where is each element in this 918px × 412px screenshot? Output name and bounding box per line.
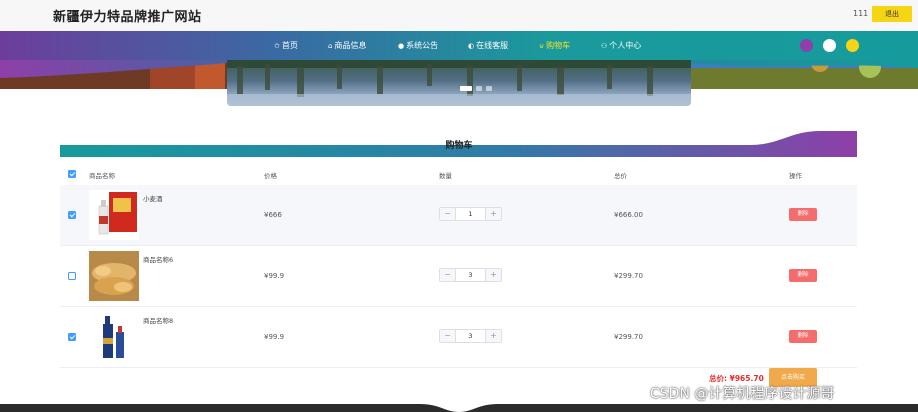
nav-announcements[interactable]: ● 系统公告 — [398, 40, 438, 51]
increase-button[interactable]: + — [485, 208, 501, 220]
logout-button[interactable]: 退出 — [872, 6, 912, 22]
theme-dot-white[interactable] — [823, 39, 836, 52]
quantity-stepper[interactable]: − 1 + — [439, 207, 502, 221]
circle-icon: ● — [398, 42, 405, 50]
delete-button[interactable]: 删除 — [789, 269, 817, 282]
quantity-value[interactable]: 3 — [456, 332, 485, 340]
headset-icon: ◐ — [468, 42, 475, 50]
quantity-stepper[interactable]: − 3 + — [439, 329, 502, 343]
site-title: 新疆伊力特品牌推广网站 — [53, 10, 202, 25]
quantity-stepper[interactable]: − 3 + — [439, 268, 502, 282]
product-price: ¥99.9 — [264, 333, 285, 341]
cart-icon: ⊍ — [539, 42, 545, 50]
row-checkbox[interactable] — [68, 211, 76, 219]
main-nav — [0, 31, 918, 60]
col-header-qty: 数量 — [439, 172, 452, 180]
product-image[interactable] — [89, 190, 139, 240]
product-image[interactable] — [89, 251, 139, 301]
quantity-value[interactable]: 1 — [456, 210, 485, 218]
nav-support[interactable]: ◐ 在线客服 — [468, 40, 508, 51]
row-total: ¥299.70 — [614, 333, 643, 341]
user-icon: ⚇ — [601, 42, 608, 50]
row-checkbox[interactable] — [68, 272, 76, 280]
decrease-button[interactable]: − — [440, 269, 456, 281]
delete-button[interactable]: 删除 — [789, 208, 817, 221]
theme-dot-purple[interactable] — [800, 39, 813, 52]
nav-profile[interactable]: ⚇ 个人中心 — [601, 40, 641, 51]
row-total: ¥666.00 — [614, 211, 643, 219]
total-value: ¥965.70 — [729, 374, 764, 383]
decrease-button[interactable]: − — [440, 330, 456, 342]
select-all-checkbox[interactable] — [68, 170, 76, 178]
col-header-total: 总价 — [614, 172, 627, 180]
username-label: 111 — [853, 9, 869, 18]
increase-button[interactable]: + — [485, 269, 501, 281]
carousel-indicator-2[interactable] — [476, 86, 482, 91]
product-price: ¥99.9 — [264, 272, 285, 280]
product-name: 商品名称8 — [143, 317, 174, 325]
decrease-button[interactable]: − — [440, 208, 456, 220]
col-header-name: 商品名称 — [89, 172, 115, 180]
product-price: ¥666 — [264, 211, 282, 219]
row-total: ¥299.70 — [614, 272, 643, 280]
col-header-price: 价格 — [264, 172, 277, 180]
nav-home[interactable]: ✩ 首页 — [274, 40, 298, 51]
carousel-indicator-3[interactable] — [486, 86, 492, 91]
product-name: 小麦酒 — [143, 195, 163, 203]
nav-products[interactable]: ⌂ 商品信息 — [328, 40, 366, 51]
increase-button[interactable]: + — [485, 330, 501, 342]
home-icon: ⌂ — [328, 42, 333, 50]
carousel-indicator-1[interactable] — [460, 86, 472, 91]
carousel-banner[interactable] — [227, 60, 691, 106]
delete-button[interactable]: 删除 — [789, 330, 817, 343]
row-checkbox[interactable] — [68, 333, 76, 341]
nav-cart[interactable]: ⊍ 购物车 — [539, 40, 570, 51]
quantity-value[interactable]: 3 — [456, 271, 485, 279]
product-name: 商品名称6 — [143, 256, 174, 264]
watermark: CSDN @计算机程序设计源哥 — [650, 386, 835, 402]
star-icon: ✩ — [274, 42, 280, 50]
product-image[interactable] — [89, 312, 139, 362]
theme-dot-yellow[interactable] — [846, 39, 859, 52]
col-header-actions: 操作 — [789, 172, 802, 180]
cart-title: 购物车 — [445, 141, 473, 151]
total-label: 总价: — [709, 374, 727, 383]
